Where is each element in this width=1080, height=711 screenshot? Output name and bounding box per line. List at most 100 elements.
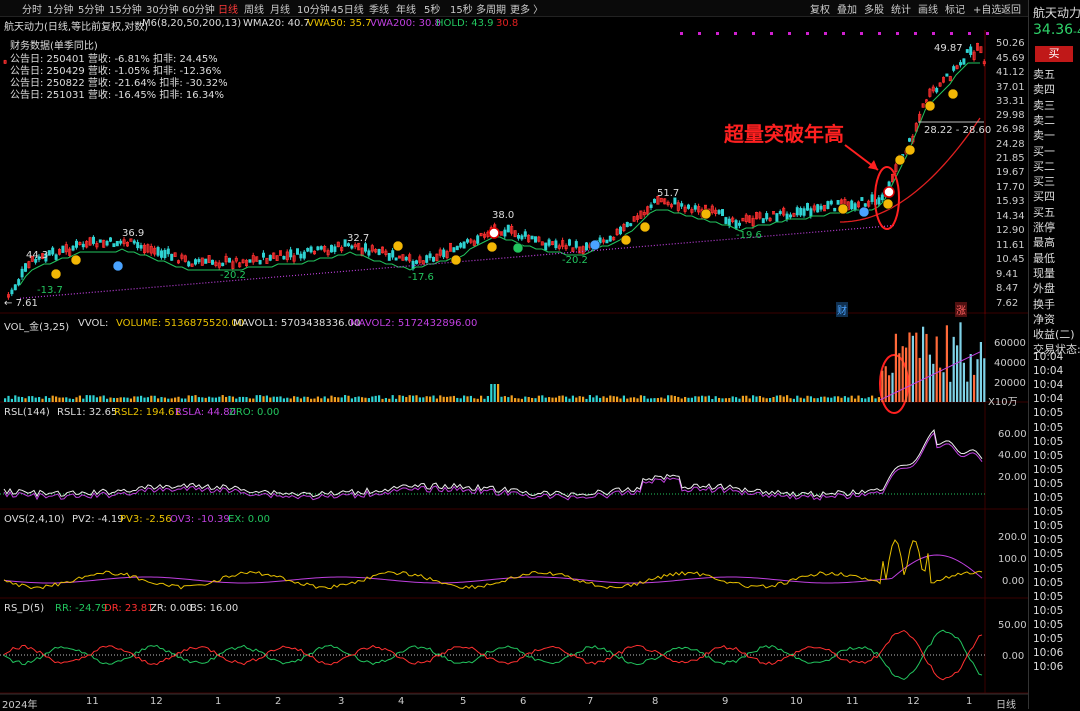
volume-bar — [738, 398, 741, 402]
period-tab[interactable]: 45日线 — [331, 1, 364, 16]
volume-bar — [721, 398, 724, 402]
candle-body — [455, 245, 459, 251]
period-tab[interactable]: 分时 — [22, 1, 42, 16]
candle-body — [428, 253, 432, 259]
period-tab[interactable]: 60分钟 — [182, 1, 215, 16]
period-tab[interactable]: 周线 — [244, 1, 264, 16]
ma-settings[interactable]: M6(8,20,50,200,13) — [142, 18, 241, 29]
volume-bar — [24, 398, 27, 402]
period-tab[interactable]: 5分钟 — [78, 1, 104, 16]
period-tab[interactable]: 年线 — [396, 1, 416, 16]
candle-body — [20, 268, 24, 278]
quote-field: 买二 — [1033, 159, 1055, 173]
period-tab[interactable]: 更多 〉 — [510, 1, 543, 16]
volume-bar — [211, 397, 214, 402]
volume-bar — [752, 395, 755, 402]
candle-body — [309, 246, 313, 253]
period-tab[interactable]: 15秒 — [450, 1, 473, 16]
vwa200-value: VWA200: 30.8 — [370, 18, 441, 29]
candle-body — [544, 242, 548, 251]
volume-bar — [75, 397, 78, 402]
buy-button[interactable]: 买 — [1035, 46, 1073, 62]
finance-marker[interactable]: 财 — [836, 302, 848, 317]
signal-dot — [698, 32, 701, 35]
volume-bar — [367, 398, 370, 402]
rsla-line — [3, 432, 983, 501]
toolbar-button[interactable]: +自选 — [973, 1, 1001, 16]
volume-bar — [568, 398, 571, 402]
signal-icon — [904, 144, 916, 156]
volume-bar — [942, 372, 945, 402]
volume-bar — [507, 397, 510, 402]
volume-bar — [163, 397, 166, 402]
period-tab[interactable]: 15分钟 — [109, 1, 142, 16]
volume-bar — [670, 395, 673, 402]
candle-body — [693, 205, 697, 210]
volume-bar — [146, 397, 149, 402]
date-axis-tick: 5 — [460, 696, 467, 707]
period-tab[interactable]: 日线 — [218, 1, 238, 16]
quote-field: 最高 — [1033, 236, 1055, 250]
volume-bar — [918, 357, 921, 402]
volume-bar — [218, 396, 221, 402]
stock-price: 34.36 — [1033, 22, 1074, 38]
volume-bar — [214, 397, 217, 402]
trade-time: 10:05 — [1033, 520, 1064, 533]
pv2-value: PV2: -4.19 — [72, 514, 124, 525]
volume-bar — [150, 395, 153, 402]
volume-bar — [259, 395, 262, 402]
candle-body — [166, 248, 170, 255]
candle-body — [23, 263, 27, 272]
volume-bar — [663, 398, 666, 402]
wma20-value: WMA20: 40.7 — [243, 18, 310, 29]
volume-bar — [735, 397, 738, 402]
volume-bar — [497, 384, 500, 402]
volume-bar — [221, 395, 224, 402]
volume-bar — [969, 354, 972, 402]
volume-bar — [660, 397, 663, 402]
volume-bar — [952, 336, 955, 402]
volume-bar — [636, 398, 639, 402]
period-tab[interactable]: 30分钟 — [146, 1, 179, 16]
volume-bar — [973, 374, 976, 402]
candle-body — [649, 204, 653, 208]
candle-body — [387, 252, 391, 261]
volume-bar — [629, 397, 632, 402]
volume-bar — [612, 396, 615, 402]
period-tab[interactable]: 季线 — [369, 1, 389, 16]
period-tab[interactable]: 10分钟 — [297, 1, 330, 16]
volume-bar — [95, 397, 98, 402]
volume-bar — [816, 398, 819, 402]
volume-bar — [588, 395, 591, 402]
toolbar-button[interactable]: 复权 — [810, 1, 830, 16]
candle-body — [170, 253, 174, 261]
toolbar-button[interactable]: 多股 — [864, 1, 884, 16]
vwa50-value: VWA50: 35.7 — [307, 18, 372, 29]
price-mark: 49.87 — [934, 43, 963, 54]
period-tab[interactable]: 多周期 — [476, 1, 506, 16]
toolbar-button[interactable]: 返回 — [1001, 1, 1021, 16]
toolbar-button[interactable]: 叠加 — [837, 1, 857, 16]
ovs-axis-tick: 100.0 — [998, 554, 1027, 565]
period-tab[interactable]: 1分钟 — [47, 1, 73, 16]
candle-body — [98, 239, 102, 243]
volume-bar — [333, 397, 336, 402]
volume-bar — [374, 395, 377, 402]
volume-bar — [68, 398, 71, 402]
signal-icon — [947, 88, 959, 100]
period-tab[interactable]: 5秒 — [424, 1, 440, 16]
toolbar-button[interactable]: 统计 — [891, 1, 911, 16]
candle-body — [71, 245, 75, 251]
limit-up-marker[interactable]: 涨 — [955, 302, 967, 317]
signal-icon — [894, 154, 906, 166]
toolbar-button[interactable]: 画线 — [918, 1, 938, 16]
volume-bar — [51, 395, 54, 402]
candle-body — [156, 247, 160, 256]
stock-change: -4 — [1073, 25, 1080, 38]
trade-time: 10:05 — [1033, 435, 1064, 448]
volume-bar — [602, 396, 605, 402]
volume-bar — [279, 396, 282, 402]
toolbar-button[interactable]: 标记 — [945, 1, 965, 16]
period-tab[interactable]: 月线 — [270, 1, 290, 16]
candle-body — [517, 235, 521, 239]
